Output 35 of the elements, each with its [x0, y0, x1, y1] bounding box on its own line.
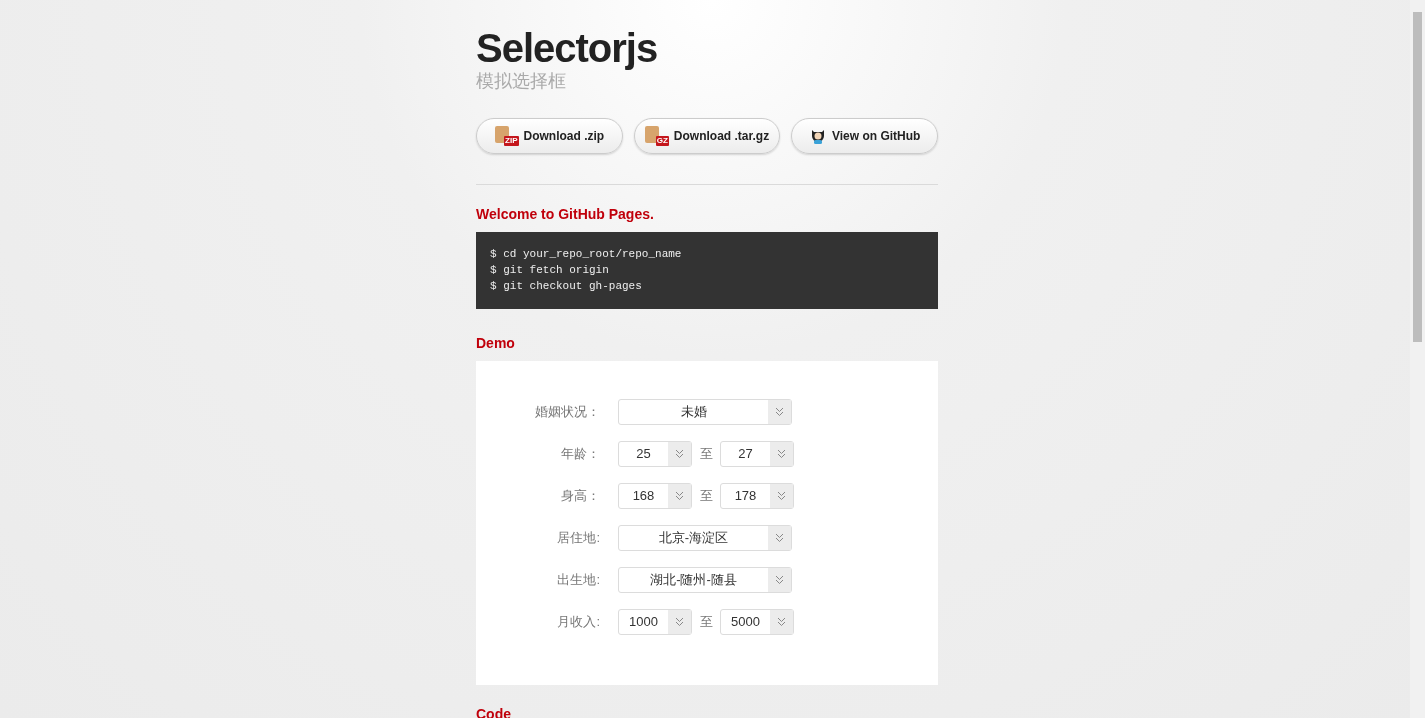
chevron-down-icon — [777, 617, 786, 627]
range-separator: 至 — [698, 445, 714, 464]
field-label: 年龄： — [560, 445, 601, 464]
chevron-down-icon — [675, 617, 684, 627]
page-title: Selectorjs — [476, 28, 659, 68]
field-label: 身高： — [560, 487, 601, 506]
chevron-down-icon — [777, 491, 786, 501]
chevron-down-icon — [775, 575, 784, 585]
select-dropdown[interactable]: 湖北-随州-随县 — [618, 567, 792, 593]
chevron-down-icon — [777, 449, 786, 459]
field-label: 出生地: — [556, 571, 601, 590]
chevron-down-icon — [775, 533, 784, 543]
select-dropdown[interactable]: 5000 — [720, 609, 794, 635]
select-dropdown[interactable]: 27 — [720, 441, 794, 467]
section-heading: Demo — [476, 334, 515, 353]
select-dropdown[interactable]: 未婚 — [618, 399, 792, 425]
select-dropdown[interactable]: 168 — [618, 483, 692, 509]
select-dropdown[interactable]: 25 — [618, 441, 692, 467]
select-dropdown[interactable]: 1000 — [618, 609, 692, 635]
range-separator: 至 — [698, 613, 714, 632]
chevron-down-icon — [675, 449, 684, 459]
field-label: 婚姻状况： — [534, 403, 601, 422]
download-button[interactable]: ZIP Download .zip — [476, 118, 623, 154]
code-block: $ cd your_repo_root/repo_name $ git fetch origin $ git checkout gh-pages — [476, 232, 938, 309]
field-label: 居住地: — [556, 529, 601, 548]
chevron-down-icon — [675, 491, 684, 501]
section-heading: Welcome to GitHub Pages. — [476, 205, 654, 224]
select-dropdown[interactable]: 178 — [720, 483, 794, 509]
field-label: 月收入: — [556, 613, 601, 632]
download-button[interactable]: GZ Download .tar.gz — [633, 118, 781, 154]
select-dropdown[interactable]: 北京-海淀区 — [618, 525, 792, 551]
page-subtitle: 模拟选择框 — [476, 70, 566, 92]
chevron-down-icon — [775, 407, 784, 417]
download-button[interactable]: View on GitHub — [791, 118, 938, 154]
range-separator: 至 — [698, 487, 714, 506]
